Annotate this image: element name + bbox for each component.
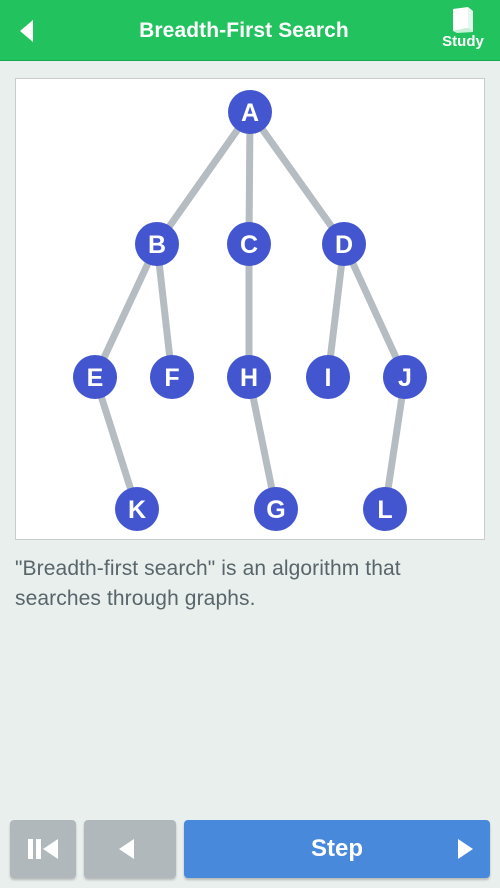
graph-canvas[interactable]: A B C D E F H I J K G L — [15, 78, 485, 540]
graph-node-G[interactable]: G — [254, 487, 298, 531]
step-button[interactable]: Step — [184, 820, 490, 878]
graph-node-F[interactable]: F — [150, 355, 194, 399]
graph-node-E[interactable]: E — [73, 355, 117, 399]
graph-node-D[interactable]: D — [322, 222, 366, 266]
back-button[interactable] — [0, 0, 58, 61]
node-label: L — [377, 496, 392, 524]
node-label: C — [240, 231, 258, 259]
back-arrow-icon — [20, 20, 33, 42]
previous-button[interactable] — [84, 820, 176, 878]
node-label: F — [164, 364, 179, 392]
node-label: G — [266, 496, 285, 524]
study-button[interactable]: Study — [432, 2, 494, 59]
study-label: Study — [442, 33, 484, 50]
graph-node-L[interactable]: L — [363, 487, 407, 531]
node-label: A — [241, 99, 259, 127]
graph-node-C[interactable]: C — [227, 222, 271, 266]
graph-node-J[interactable]: J — [383, 355, 427, 399]
graph-edge-B-E — [91, 242, 161, 379]
book-icon — [453, 7, 473, 33]
graph-node-K[interactable]: K — [115, 487, 159, 531]
node-label: E — [87, 364, 104, 392]
playback-toolbar: Step — [0, 812, 500, 888]
page-title: Breadth-First Search — [139, 19, 349, 42]
graph-node-A[interactable]: A — [228, 90, 272, 134]
app-header: Breadth-First Search Study — [0, 0, 500, 61]
node-label: B — [148, 231, 166, 259]
node-label: D — [335, 231, 353, 259]
node-label: I — [325, 364, 332, 392]
restart-button[interactable] — [10, 820, 76, 878]
skip-to-start-icon — [28, 839, 58, 859]
graph-edges — [91, 109, 409, 511]
graph-edge-A-D — [247, 109, 347, 247]
graph-svg: A B C D E F H I J K G L — [73, 90, 427, 531]
graph-node-B[interactable]: B — [135, 222, 179, 266]
node-label: J — [398, 364, 412, 392]
graph-node-I[interactable]: I — [306, 355, 350, 399]
node-label: H — [240, 364, 258, 392]
description-text: "Breadth-first search" is an algorithm t… — [15, 557, 401, 610]
previous-arrow-icon — [119, 839, 134, 859]
graph-node-H[interactable]: H — [227, 355, 271, 399]
step-label: Step — [310, 835, 363, 862]
graph-edge-A-B — [154, 109, 253, 247]
next-arrow-icon — [458, 839, 473, 859]
node-label: K — [128, 496, 146, 524]
